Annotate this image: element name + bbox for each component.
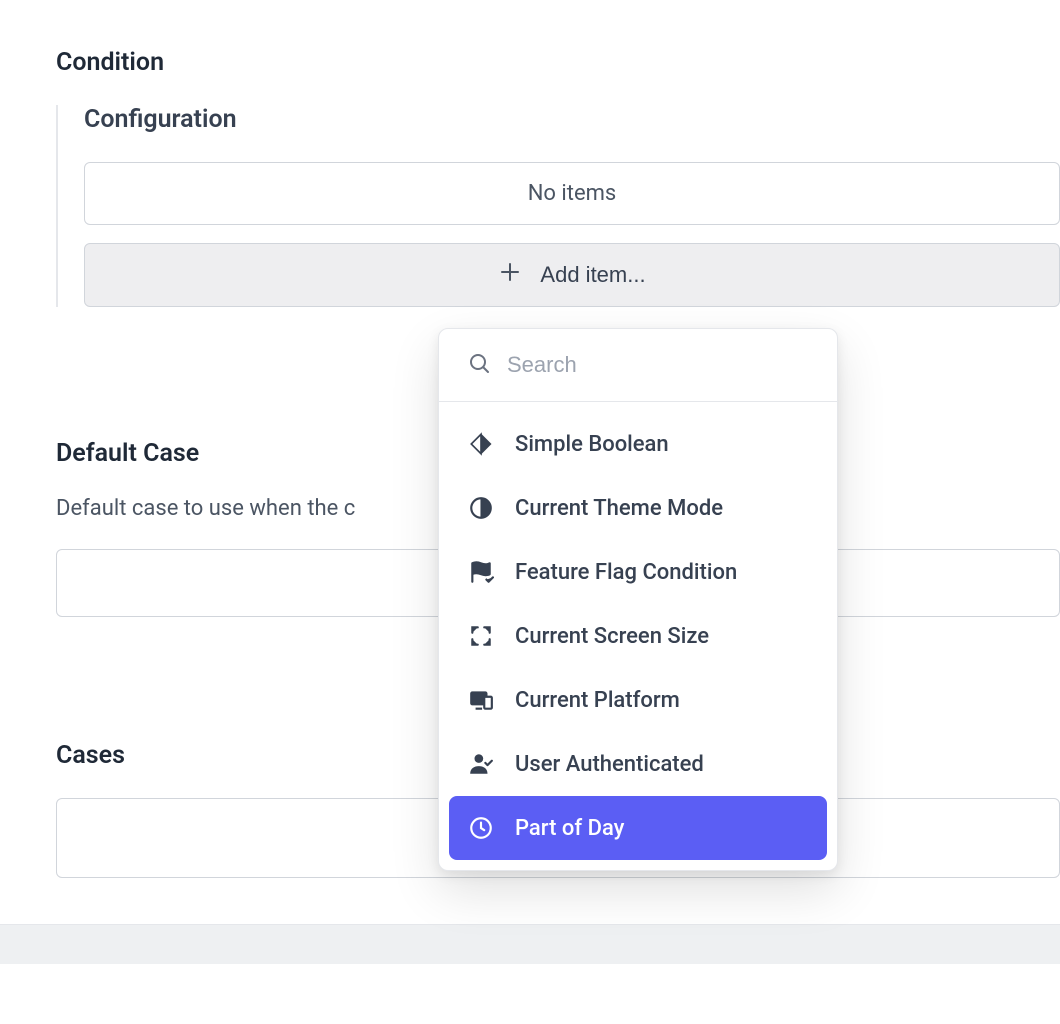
plus-icon [498, 260, 522, 290]
popup-item-theme-mode[interactable]: Current Theme Mode [449, 476, 827, 540]
diamond-icon [467, 430, 495, 458]
popup-item-label: Current Theme Mode [515, 496, 723, 521]
fullscreen-icon [467, 622, 495, 650]
popup-item-part-of-day[interactable]: Part of Day [449, 796, 827, 860]
configuration-empty: No items [84, 162, 1060, 225]
configuration-title: Configuration [84, 105, 1060, 134]
devices-icon [467, 686, 495, 714]
add-item-button[interactable]: Add item... [84, 243, 1060, 307]
popup-item-simple-boolean[interactable]: Simple Boolean [449, 412, 827, 476]
popup-list: Simple Boolean Current Theme Mode Featur… [439, 402, 837, 870]
clock-icon [467, 814, 495, 842]
add-item-label: Add item... [540, 262, 645, 288]
popup-item-label: User Authenticated [515, 752, 704, 777]
popup-item-label: Feature Flag Condition [515, 560, 737, 585]
popup-item-user-auth[interactable]: User Authenticated [449, 732, 827, 796]
popup-search-row [439, 329, 837, 402]
search-input[interactable] [507, 352, 809, 378]
flag-icon [467, 558, 495, 586]
footer-bar [0, 924, 1060, 964]
popup-item-label: Part of Day [515, 816, 624, 841]
condition-picker-popup: Simple Boolean Current Theme Mode Featur… [438, 328, 838, 871]
popup-item-platform[interactable]: Current Platform [449, 668, 827, 732]
popup-item-label: Current Platform [515, 688, 680, 713]
popup-item-feature-flag[interactable]: Feature Flag Condition [449, 540, 827, 604]
footer-area [0, 964, 1060, 1024]
configuration-section: Configuration No items Add item... [56, 105, 1060, 307]
user-check-icon [467, 750, 495, 778]
popup-item-screen-size[interactable]: Current Screen Size [449, 604, 827, 668]
condition-title: Condition [56, 48, 1060, 77]
search-icon [467, 351, 491, 379]
contrast-icon [467, 494, 495, 522]
popup-item-label: Current Screen Size [515, 624, 709, 649]
popup-item-label: Simple Boolean [515, 432, 669, 457]
